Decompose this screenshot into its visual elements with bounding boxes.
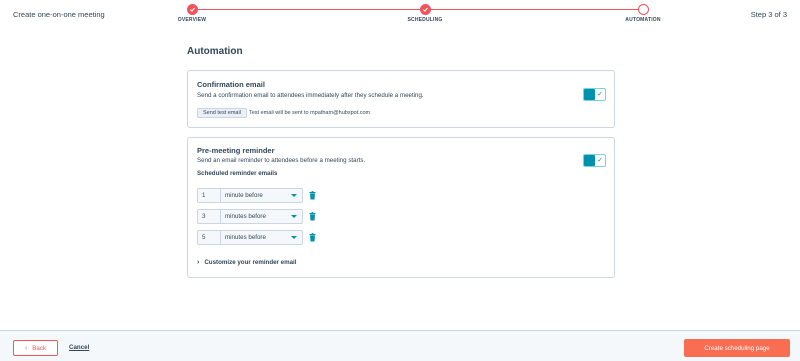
step-count: Step 3 of 3 [750,10,787,19]
reminder-unit-label: minutes before [225,234,266,241]
scheduled-reminders-heading: Scheduled reminder emails [197,170,278,177]
reminder-amount-input[interactable]: 1 [197,188,221,203]
chevron-left-icon: ‹ [24,344,28,352]
page-title: Create one-on-one meeting [13,10,105,19]
reminder-amount-input[interactable]: 5 [197,230,221,245]
reminder-row: 5 minutes before [197,230,316,245]
step-label-scheduling: SCHEDULING [407,17,443,23]
stepper-line-2 [431,9,641,10]
reminder-unit-select[interactable]: minute before [221,188,303,203]
caret-down-icon [291,194,297,197]
reminder-row: 3 minutes before [197,209,316,224]
trash-icon[interactable] [309,212,316,221]
top-bar: Create one-on-one meeting OVERVIEW SCHED… [0,0,800,30]
reminder-unit-label: minute before [225,192,263,199]
pre-meeting-reminder-heading: Pre-meeting reminder [197,146,275,155]
cancel-link[interactable]: Cancel [69,344,89,351]
stepper-line-1 [198,9,426,10]
step-automation-dot-icon [638,4,649,15]
toggle-knob [584,89,595,100]
footer-bar: ‹ Back Cancel Create scheduling page [0,330,800,361]
confirmation-email-card: Confirmation email Send a confirmation e… [187,70,615,128]
toggle-knob [584,155,595,166]
pre-meeting-reminder-description: Send an email reminder to attendees befo… [197,157,366,164]
caret-down-icon [291,215,297,218]
section-title: Automation [187,46,243,57]
reminder-unit-select[interactable]: minutes before [221,209,303,224]
create-scheduling-page-button[interactable]: Create scheduling page [684,339,790,357]
confirmation-email-heading: Confirmation email [197,80,265,89]
customize-reminder-label: Customize your reminder email [204,259,297,266]
trash-icon[interactable] [309,233,316,242]
caret-down-icon [291,236,297,239]
step-label-automation: AUTOMATION [625,17,661,23]
test-email-note: Test email will be sent to mpatham@hubsp… [249,110,371,116]
customize-reminder-toggle[interactable]: › Customize your reminder email [197,259,297,266]
confirmation-email-description: Send a confirmation email to attendees i… [197,92,424,99]
back-button-label: Back [32,344,47,352]
back-button[interactable]: ‹ Back [13,340,58,356]
reminder-unit-select[interactable]: minutes before [221,230,303,245]
chevron-right-icon: › [197,259,200,266]
pre-meeting-reminder-card: Pre-meeting reminder Send an email remin… [187,137,615,278]
reminder-amount-input[interactable]: 3 [197,209,221,224]
step-overview-check-icon[interactable] [187,4,198,15]
pre-meeting-reminder-toggle[interactable]: ✓ [583,154,606,167]
send-test-email-button[interactable]: Send test email [197,108,247,118]
reminder-row: 1 minute before [197,188,316,203]
reminder-unit-label: minutes before [225,213,266,220]
step-scheduling-check-icon[interactable] [420,4,431,15]
step-label-overview: OVERVIEW [177,17,207,23]
trash-icon[interactable] [309,191,316,200]
check-icon: ✓ [597,157,603,164]
check-icon: ✓ [597,91,603,98]
confirmation-email-toggle[interactable]: ✓ [583,88,606,101]
